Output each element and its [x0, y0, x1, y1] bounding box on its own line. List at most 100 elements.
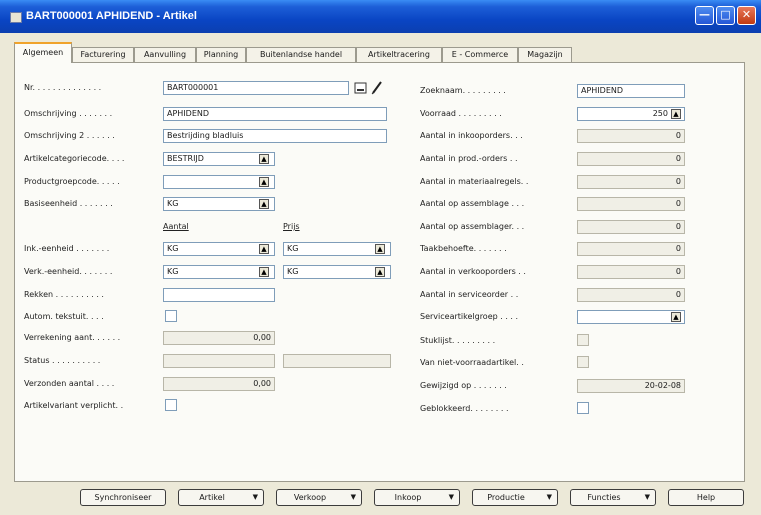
serviceorder-label: Aantal in serviceorder . .: [420, 290, 519, 299]
verzonden-aantal-field: 0,00: [163, 377, 275, 391]
serviceartikelgroep-label: Serviceartikelgroep . . . .: [420, 312, 519, 321]
tab-planning[interactable]: Planning: [196, 47, 246, 62]
verrekening-aant-field: 0,00: [163, 331, 275, 345]
zoeknaam-field[interactable]: APHIDEND: [577, 84, 685, 98]
productgroep-dropdown-icon[interactable]: ▲: [259, 177, 269, 187]
serviceorder-field: 0: [577, 288, 685, 302]
pencil-icon[interactable]: [370, 80, 384, 95]
functies-button-label: Functies: [587, 493, 621, 502]
close-icon: ✕: [741, 8, 752, 21]
tab-e-commerce[interactable]: E - Commerce: [442, 47, 518, 62]
verkoop-menu-button[interactable]: Verkoop ▼: [276, 489, 362, 506]
verk-eenheid-label: Verk.-eenheid. . . . . . .: [24, 267, 113, 276]
omschrijving2-label: Omschrijving 2 . . . . . .: [24, 131, 115, 140]
help-button[interactable]: Help: [668, 489, 744, 506]
productie-chevron-down-icon: ▼: [546, 493, 552, 501]
inkooporders-field: 0: [577, 129, 685, 143]
prijs-column-header: Prijs: [283, 222, 300, 231]
assemblage2-label: Aantal op assemblager. . .: [420, 222, 525, 231]
aantal-column-header: Aantal: [163, 222, 189, 231]
verk-eenheid-aantal-dropdown-icon[interactable]: ▲: [259, 267, 269, 277]
item-card-window: BART000001 APHIDEND - Artikel — □ ✕ Alge…: [0, 0, 761, 515]
basiseenheid-label: Basiseenheid . . . . . . .: [24, 199, 113, 208]
prod-orders-label: Aantal in prod.-orders . .: [420, 154, 518, 163]
taakbehoefte-label: Taakbehoefte. . . . . . .: [420, 244, 507, 253]
materiaalregels-field: 0: [577, 175, 685, 189]
productgroep-label: Productgroepcode. . . . .: [24, 177, 120, 186]
niet-voorraad-checkbox: [577, 356, 589, 368]
status-label: Status . . . . . . . . . .: [24, 356, 101, 365]
tab-artikeltracering[interactable]: Artikeltracering: [356, 47, 442, 62]
help-button-label: Help: [696, 493, 716, 502]
artikelvariant-label: Artikelvariant verplicht. .: [24, 401, 124, 410]
niet-voorraad-label: Van niet-voorraadartikel. .: [420, 358, 524, 367]
ink-eenheid-prijs-dropdown-icon[interactable]: ▲: [375, 244, 385, 254]
tab-buitenlandse-handel[interactable]: Buitenlandse handel: [246, 47, 356, 62]
omschrijving-label: Omschrijving . . . . . . .: [24, 109, 113, 118]
omschrijving-field[interactable]: APHIDEND: [163, 107, 387, 121]
productie-button-label: Productie: [487, 493, 525, 502]
zoeknaam-label: Zoeknaam. . . . . . . . .: [420, 86, 506, 95]
serviceartikelgroep-dropdown-icon[interactable]: ▲: [671, 312, 681, 322]
close-button[interactable]: ✕: [737, 6, 756, 25]
rekken-label: Rekken . . . . . . . . . .: [24, 290, 104, 299]
taakbehoefte-field: 0: [577, 242, 685, 256]
gewijzigd-op-field: 20-02-08: [577, 379, 685, 393]
status-secondary-field: [283, 354, 391, 368]
rekken-field[interactable]: [163, 288, 275, 302]
maximize-button[interactable]: □: [716, 6, 735, 25]
assemblage2-field: 0: [577, 220, 685, 234]
status-field: [163, 354, 275, 368]
voorraad-field[interactable]: 250: [577, 107, 685, 121]
functies-chevron-down-icon: ▼: [644, 493, 650, 501]
verrekening-aant-label: Verrekening aant. . . . . .: [24, 333, 121, 342]
artikelcategorie-label: Artikelcategoriecode. . . .: [24, 154, 125, 163]
minimize-button[interactable]: —: [695, 6, 714, 25]
stuklijst-checkbox: [577, 334, 589, 346]
ink-eenheid-aantal-dropdown-icon[interactable]: ▲: [259, 244, 269, 254]
verzonden-aantal-label: Verzonden aantal . . . .: [24, 379, 115, 388]
inkoop-button-label: Inkoop: [394, 493, 422, 502]
basiseenheid-dropdown-icon[interactable]: ▲: [259, 199, 269, 209]
verkoop-chevron-down-icon: ▼: [350, 493, 356, 501]
auton-tekstuit-label: Autom. tekstuit. . . .: [24, 312, 104, 321]
tab-algemeen[interactable]: Algemeen: [14, 42, 72, 63]
maximize-icon: □: [720, 8, 731, 21]
synchroniseer-button[interactable]: Synchroniseer: [80, 489, 166, 506]
geblokkeerd-checkbox[interactable]: [577, 402, 589, 414]
serviceartikelgroep-field[interactable]: [577, 310, 685, 324]
geblokkeerd-label: Geblokkeerd. . . . . . . .: [420, 404, 509, 413]
artikelcategorie-dropdown-icon[interactable]: ▲: [259, 154, 269, 164]
nr-label: Nr. . . . . . . . . . . . . .: [24, 83, 102, 92]
form-icon: [10, 12, 22, 23]
gewijzigd-op-label: Gewijzigd op . . . . . . .: [420, 381, 507, 390]
verkoop-button-label: Verkoop: [293, 493, 327, 502]
tab-aanvulling[interactable]: Aanvulling: [134, 47, 196, 62]
verkooporders-field: 0: [577, 265, 685, 279]
artikelvariant-checkbox[interactable]: [165, 399, 177, 411]
title-bar[interactable]: BART000001 APHIDEND - Artikel — □ ✕: [0, 0, 761, 33]
artikel-chevron-down-icon: ▼: [252, 493, 258, 501]
assist-edit-icon[interactable]: [354, 81, 368, 95]
inkoop-menu-button[interactable]: Inkoop ▼: [374, 489, 460, 506]
auton-tekstuit-checkbox[interactable]: [165, 310, 177, 322]
ink-eenheid-label: Ink.-eenheid . . . . . . .: [24, 244, 110, 253]
omschrijving2-field[interactable]: Bestrijding bladluis: [163, 129, 387, 143]
inkooporders-label: Aantal in inkooporders. . .: [420, 131, 523, 140]
functies-menu-button[interactable]: Functies ▼: [570, 489, 656, 506]
verkooporders-label: Aantal in verkooporders . .: [420, 267, 526, 276]
assemblage1-label: Aantal op assemblage . . .: [420, 199, 525, 208]
minimize-icon: —: [699, 8, 710, 21]
artikel-menu-button[interactable]: Artikel ▼: [178, 489, 264, 506]
prod-orders-field: 0: [577, 152, 685, 166]
tab-facturering[interactable]: Facturering: [72, 47, 134, 62]
productie-menu-button[interactable]: Productie ▼: [472, 489, 558, 506]
voorraad-dropdown-icon[interactable]: ▲: [671, 109, 681, 119]
artikel-button-label: Artikel: [199, 493, 225, 502]
nr-field[interactable]: BART000001: [163, 81, 349, 95]
voorraad-label: Voorraad . . . . . . . . .: [420, 109, 502, 118]
inkoop-chevron-down-icon: ▼: [448, 493, 454, 501]
tab-magazijn[interactable]: Magazijn: [518, 47, 572, 62]
materiaalregels-label: Aantal in materiaalregels. .: [420, 177, 529, 186]
verk-eenheid-prijs-dropdown-icon[interactable]: ▲: [375, 267, 385, 277]
